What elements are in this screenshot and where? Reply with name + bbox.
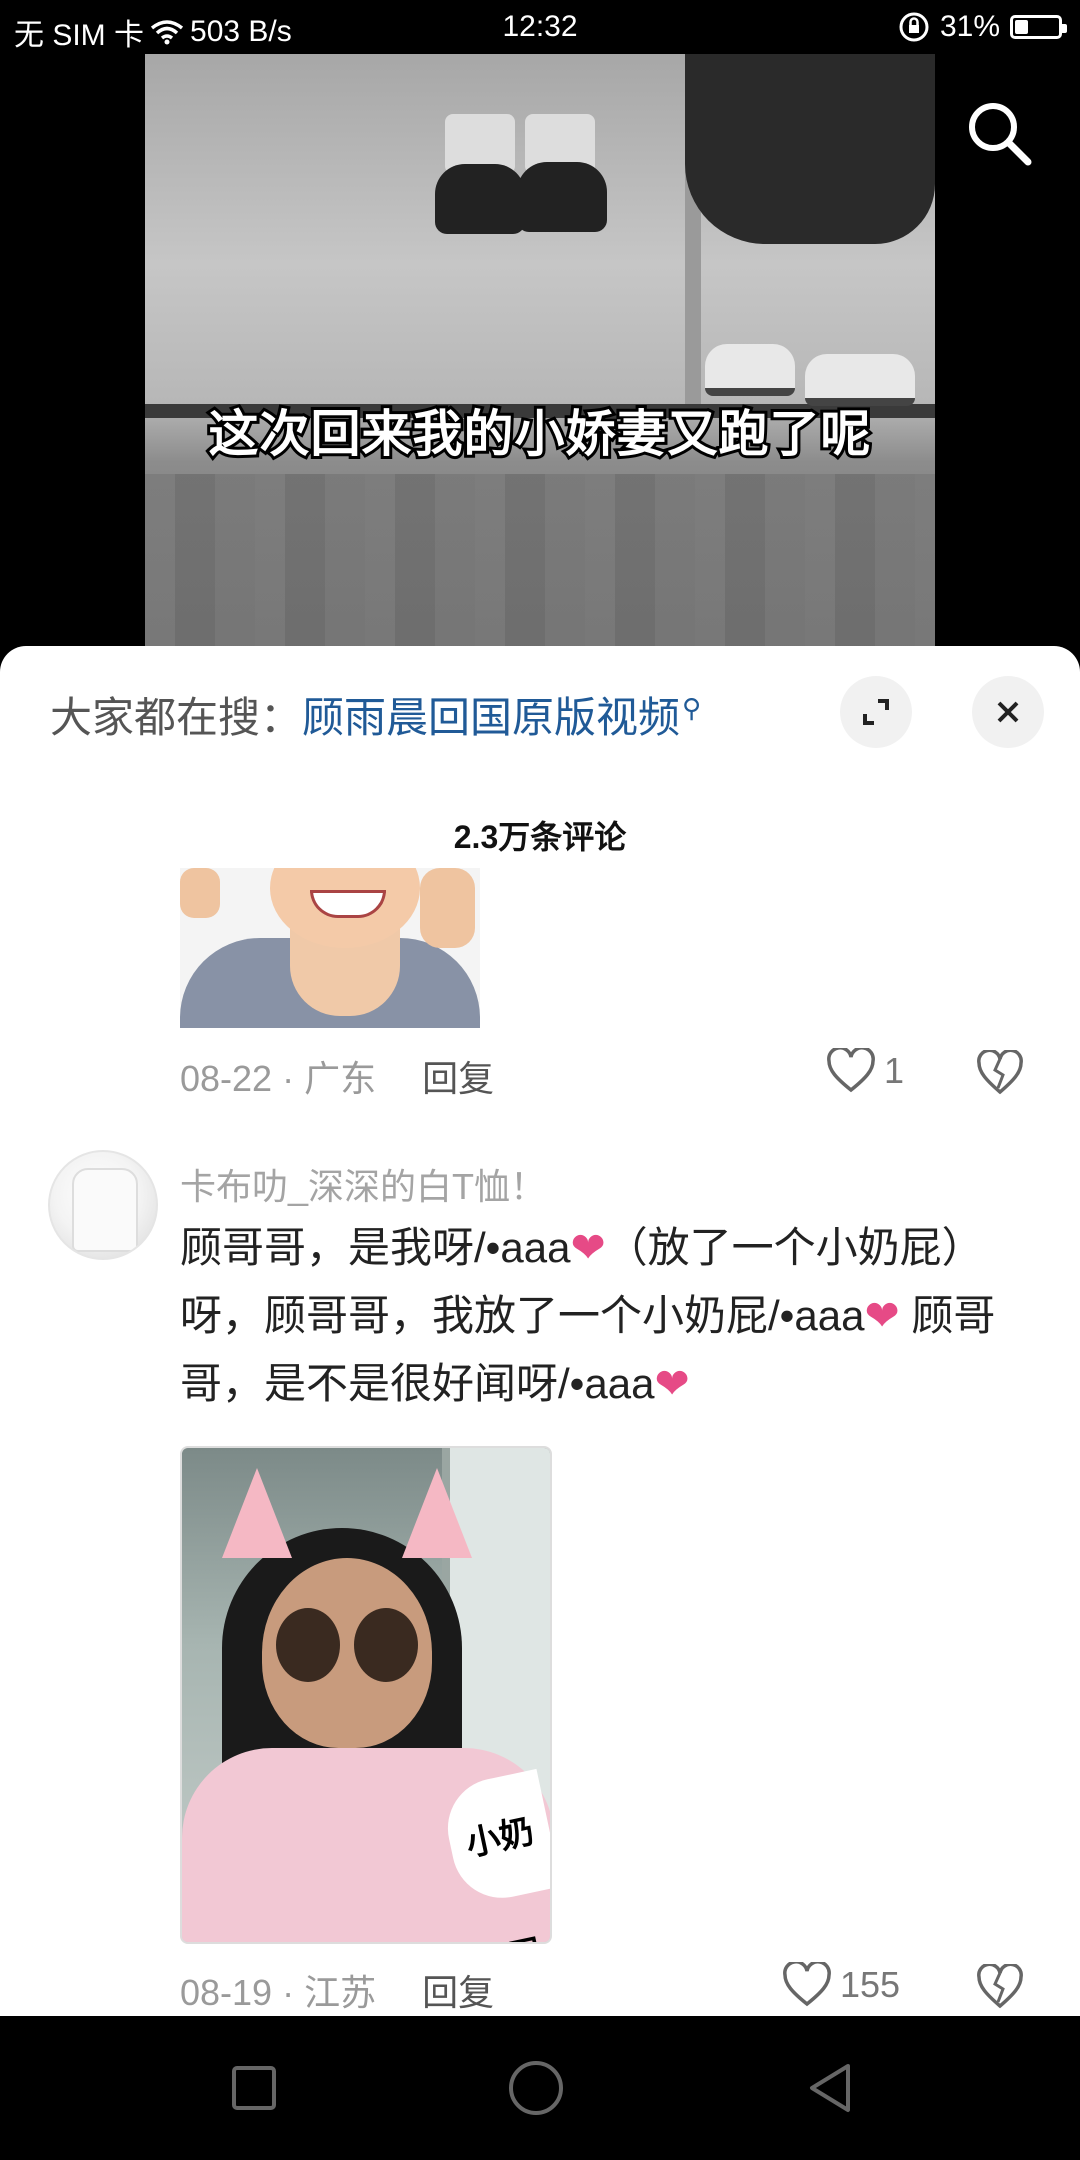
navigation-bar — [0, 2016, 1080, 2160]
broken-heart-icon[interactable] — [976, 1964, 1024, 2010]
comment-count: 2.3万条评论 — [453, 819, 627, 855]
heart-emoji: ❤ — [654, 1360, 690, 1407]
broken-heart-icon[interactable] — [976, 1050, 1024, 1096]
search-icon[interactable] — [964, 98, 1034, 168]
image-eye-filter — [354, 1608, 418, 1682]
status-bar: 无 SIM 卡 503 B/s 12:32 31% — [0, 0, 1080, 54]
reply-button[interactable]: 回复 — [422, 1058, 494, 1099]
heart-emoji: ❤ — [864, 1292, 900, 1339]
reply-button[interactable]: 回复 — [422, 1972, 494, 2013]
shoe-left — [435, 164, 525, 234]
avatar-shirt — [72, 1168, 138, 1252]
video-subtitle: 这次回来我的小娇妻又跑了呢 — [206, 403, 874, 465]
image-fist — [180, 868, 220, 918]
comment-date-location: 08-22 · 广东 — [180, 1058, 377, 1099]
trending-term[interactable]: 顾雨晨回国原版视频 — [302, 694, 680, 741]
square-icon[interactable] — [224, 2058, 284, 2118]
trending-prefix: 大家都在搜： — [50, 694, 303, 741]
comment-username[interactable]: 卡布叻_深深的白T恤！ — [180, 1158, 546, 1210]
image-hand-phone — [420, 868, 475, 948]
hanging-coat — [685, 54, 935, 244]
like-button[interactable]: 155 — [782, 1962, 900, 2008]
battery-percent: 31% — [939, 10, 1000, 43]
close-button[interactable] — [972, 676, 1044, 748]
expand-button[interactable] — [840, 676, 912, 748]
heart-outline-icon — [783, 1962, 831, 2007]
comment-text: 顾哥哥，是我呀/•aaa❤（放了一个小奶屁）呀，顾哥哥，我放了一个小奶屁/•aa… — [180, 1214, 1040, 1418]
comment-meta: 08-19 · 江苏 回复 — [180, 1964, 494, 2016]
clock: 12:32 — [502, 10, 578, 43]
comment-meta: 08-22 · 广东 回复 — [180, 1050, 494, 1102]
small-search-icon: ⚲ — [682, 693, 702, 723]
sneaker-left — [705, 344, 795, 396]
circle-icon[interactable] — [506, 2058, 566, 2118]
comment-text-part: 顾哥哥，是我呀/•aaa — [180, 1224, 571, 1271]
triangle-back-icon[interactable] — [800, 2058, 860, 2118]
video-frame: 这次回来我的小娇妻又跑了呢 — [145, 54, 935, 654]
comment-sheet: 大家都在搜：顾雨晨回国原版视频⚲ 2.3万条评论 08-22 · 广东回复 1 — [0, 646, 1080, 2016]
rotation-lock-icon — [899, 12, 929, 42]
floor — [145, 474, 935, 654]
comment-date-location: 08-19 · 江苏 — [180, 1972, 377, 2013]
image-cat-ear — [222, 1468, 292, 1558]
heart-emoji: ❤ — [570, 1224, 606, 1271]
close-icon — [997, 701, 1019, 723]
trending-search[interactable]: 大家都在搜：顾雨晨回国原版视频⚲ — [50, 684, 701, 745]
like-count: 1 — [884, 1050, 905, 1091]
like-button[interactable]: 1 — [826, 1048, 904, 1094]
comment-image[interactable]: 小奶屁 — [180, 1446, 552, 1944]
image-eye-filter — [276, 1608, 340, 1682]
like-count: 155 — [840, 1964, 901, 2005]
expand-icon — [863, 699, 889, 725]
image-face — [262, 1558, 432, 1748]
video-player[interactable]: 这次回来我的小娇妻又跑了呢 — [0, 54, 1080, 654]
comment-image[interactable] — [180, 868, 480, 1028]
heart-outline-icon — [827, 1048, 875, 1093]
battery-fill — [1015, 20, 1029, 34]
shoe-right — [517, 162, 607, 232]
avatar[interactable] — [48, 1150, 158, 1260]
battery-icon — [1010, 15, 1067, 39]
